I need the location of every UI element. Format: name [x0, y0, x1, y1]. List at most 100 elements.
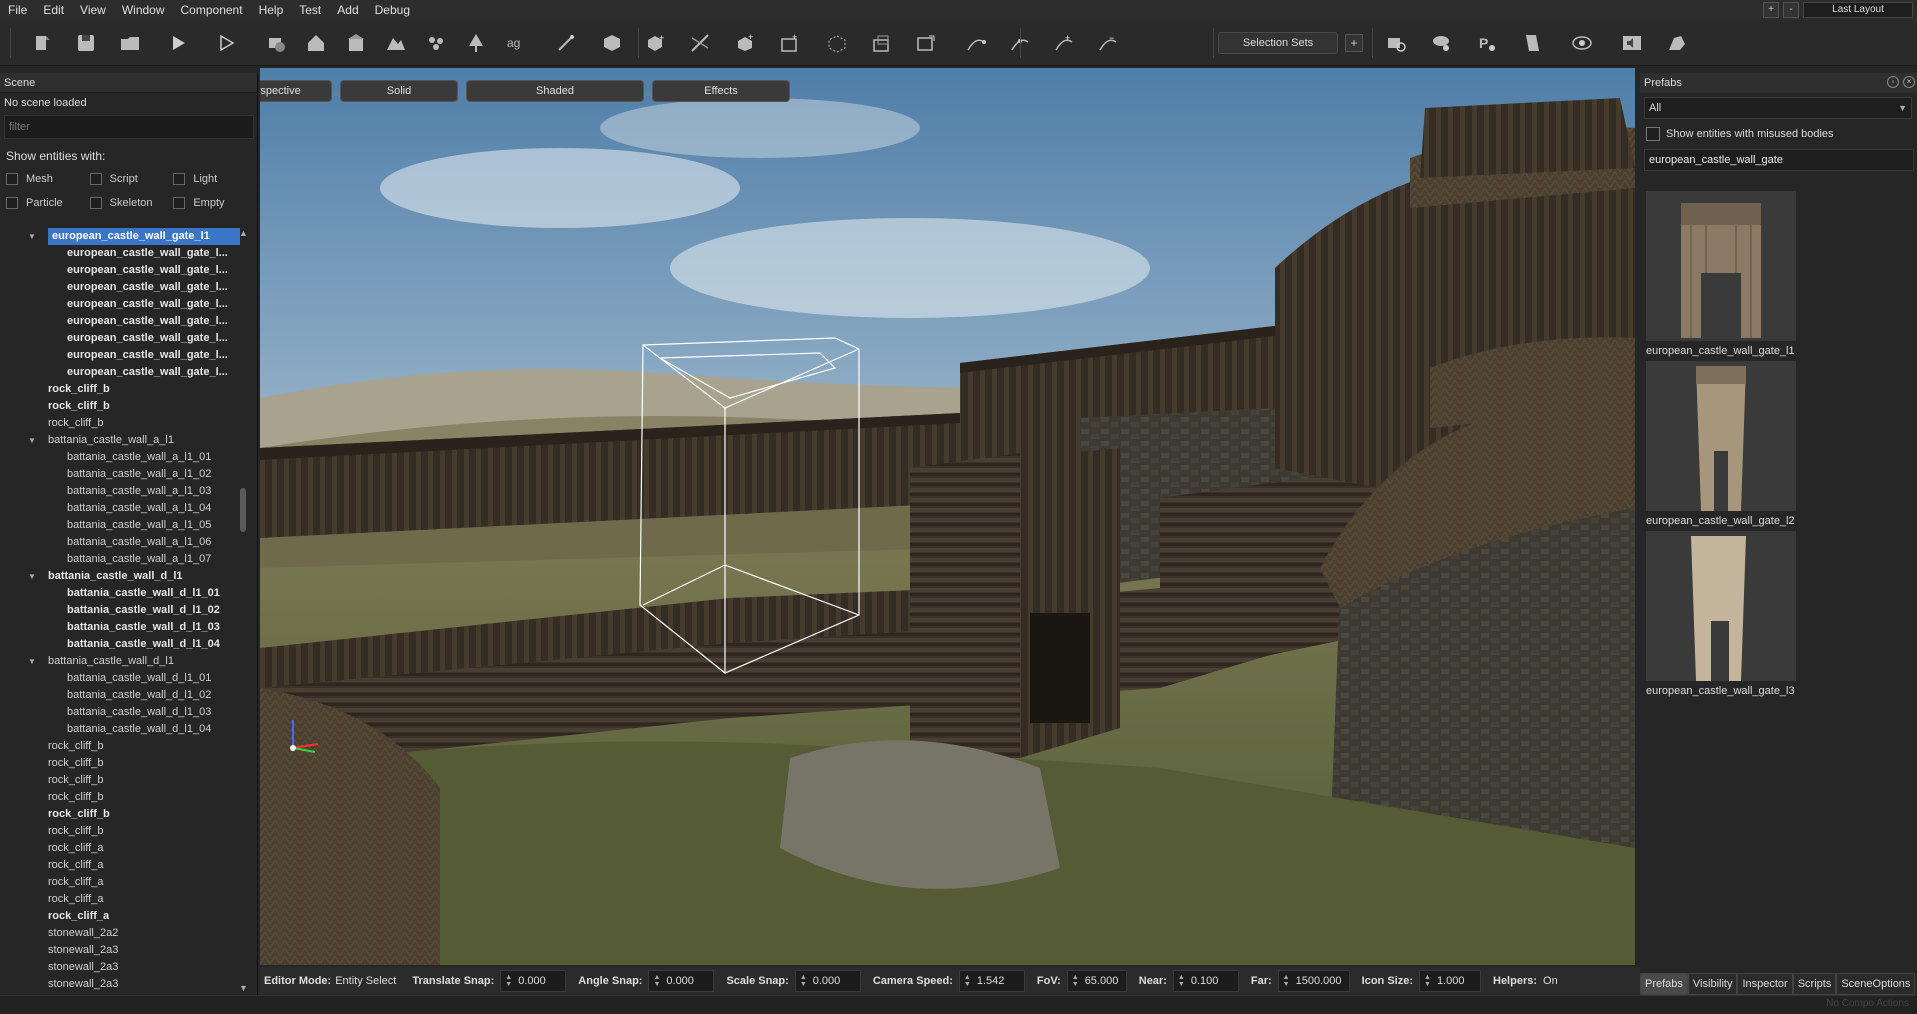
tree-row[interactable]: battania_castle_wall_d_l1_01	[0, 670, 252, 687]
particle-checkbox[interactable]: Particle	[6, 197, 90, 209]
float-panel-icon[interactable]: ◦	[1887, 76, 1899, 88]
helpers-toggle[interactable]: On	[1543, 975, 1558, 987]
house-icon[interactable]	[304, 31, 328, 55]
play-outline-icon[interactable]	[214, 31, 238, 55]
tree-row[interactable]: rock_cliff_a	[0, 840, 252, 857]
menu-window[interactable]: Window	[114, 0, 173, 20]
eye-settings-icon[interactable]	[1570, 31, 1594, 55]
light-checkbox[interactable]: Light	[173, 173, 257, 185]
tree-row[interactable]: european_castle_wall_gate_l...	[0, 296, 252, 313]
camera-speed-input[interactable]: ▲ ▼ 1.542	[958, 970, 1025, 992]
scene-viewport[interactable]: Perspective Solid Shaded Effects	[260, 68, 1635, 965]
tree-row[interactable]: battania_castle_wall_d_l1_04	[0, 636, 252, 653]
expand-arrow-icon[interactable]: ▼	[28, 432, 36, 449]
sound-icon[interactable]	[1620, 31, 1644, 55]
tree-row[interactable]: stonewall_2a3	[0, 959, 252, 976]
tree-row[interactable]: european_castle_wall_gate_l...	[0, 330, 252, 347]
cube-add-icon[interactable]: +	[644, 31, 668, 55]
tree-row[interactable]: rock_cliff_a	[0, 857, 252, 874]
text-ag-icon[interactable]: ag	[504, 31, 528, 55]
scale-snap-input[interactable]: ▲ ▼ 0.000	[794, 970, 861, 992]
tree-row[interactable]: european_castle_wall_gate_l...	[0, 347, 252, 364]
tree-row[interactable]: battania_castle_wall_a_l1_05	[0, 517, 252, 534]
menu-edit[interactable]: Edit	[35, 0, 72, 20]
tree-icon[interactable]	[464, 31, 488, 55]
scroll-up-icon[interactable]: ▲	[239, 228, 248, 238]
mesh-group-icon[interactable]	[870, 31, 894, 55]
tree-row[interactable]: stonewall_2a3	[0, 976, 252, 993]
new-scene-icon[interactable]	[30, 31, 54, 55]
tree-row[interactable]: rock_cliff_b	[0, 823, 252, 840]
open-folder-icon[interactable]	[118, 31, 142, 55]
save-icon[interactable]	[74, 31, 98, 55]
menu-add[interactable]: Add	[329, 0, 366, 20]
mesh-checkbox[interactable]: Mesh	[6, 173, 90, 185]
tab-prefabs[interactable]: Prefabs	[1640, 973, 1688, 995]
angle-snap-input[interactable]: ▲ ▼ 0.000	[648, 970, 715, 992]
tree-row[interactable]: battania_castle_wall_a_l1_06	[0, 534, 252, 551]
scrollbar-thumb[interactable]	[240, 488, 246, 532]
layout-add-button[interactable]: +	[1763, 2, 1779, 18]
tab-inspector[interactable]: Inspector	[1737, 973, 1793, 995]
tree-row[interactable]: battania_castle_wall_d_l1_02	[0, 602, 252, 619]
perspective-button[interactable]: Perspective	[260, 80, 332, 102]
prefab-item[interactable]: european_castle_wall_gate_l2	[1646, 361, 1796, 527]
scroll-down-icon[interactable]: ▼	[239, 983, 248, 993]
tree-row[interactable]: battania_castle_wall_d_l1_03	[0, 704, 252, 721]
building-icon[interactable]	[344, 31, 368, 55]
physics-icon[interactable]: P	[1475, 31, 1499, 55]
expand-arrow-icon[interactable]: ▼	[28, 653, 36, 670]
prefab-item[interactable]: european_castle_wall_gate_l1	[1646, 191, 1796, 357]
tree-row[interactable]: battania_castle_wall_a_l1_04	[0, 500, 252, 517]
tree-row[interactable]: battania_castle_wall_a_l1_01	[0, 449, 252, 466]
tree-row[interactable]: rock_cliff_a	[0, 874, 252, 891]
selection-sets-button[interactable]: Selection Sets	[1218, 32, 1338, 54]
cloud-settings-icon[interactable]	[1430, 31, 1454, 55]
tree-row[interactable]: battania_castle_wall_d_l1_03	[0, 619, 252, 636]
scene-tree-scrollbar[interactable]: ▲ ▼	[238, 228, 250, 993]
tree-row[interactable]: ▼ battania_castle_wall_d_l1	[0, 653, 252, 670]
tree-row[interactable]: rock_cliff_b	[0, 398, 252, 415]
tree-row[interactable]: rock_cliff_b	[0, 806, 252, 823]
particles-icon[interactable]	[424, 31, 448, 55]
cube-plus-icon[interactable]: +	[734, 31, 758, 55]
tree-row[interactable]: european_castle_wall_gate_l...	[0, 262, 252, 279]
icon-size-input[interactable]: ▲ ▼ 1.000	[1419, 970, 1481, 992]
menu-help[interactable]: Help	[251, 0, 292, 20]
empty-checkbox[interactable]: Empty	[173, 197, 257, 209]
play-icon[interactable]	[166, 31, 190, 55]
tree-row[interactable]: battania_castle_wall_a_l1_02	[0, 466, 252, 483]
selection-sets-add-button[interactable]: +	[1345, 34, 1363, 52]
far-input[interactable]: ▲ ▼ 1500.000	[1277, 970, 1350, 992]
mesh-dots-icon[interactable]	[826, 31, 850, 55]
tree-row[interactable]: european_castle_wall_gate_l...	[0, 245, 252, 262]
fov-input[interactable]: ▲ ▼ 65.000	[1066, 970, 1127, 992]
tree-row[interactable]: european_castle_wall_gate_l...	[0, 279, 252, 296]
tree-row[interactable]: rock_cliff_b	[0, 789, 252, 806]
scene-filter-input[interactable]: filter	[4, 115, 254, 139]
tree-row[interactable]: stonewall_2a2	[0, 925, 252, 942]
expand-arrow-icon[interactable]: ▼	[28, 568, 36, 585]
tree-row[interactable]: stonewall_2a3	[0, 942, 252, 959]
tree-row[interactable]: european_castle_wall_gate_l...	[0, 364, 252, 381]
tree-row[interactable]: battania_castle_wall_a_l1_03	[0, 483, 252, 500]
tree-row[interactable]: ▼ european_castle_wall_gate_l1	[0, 228, 252, 245]
sculpt-icon[interactable]	[1665, 31, 1689, 55]
tree-row[interactable]: rock_cliff_a	[0, 908, 252, 925]
menu-view[interactable]: View	[72, 0, 114, 20]
tree-row[interactable]: rock_cliff_b	[0, 415, 252, 432]
effects-button[interactable]: Effects	[652, 80, 790, 102]
near-input[interactable]: ▲ ▼ 0.100	[1172, 970, 1239, 992]
wand-icon[interactable]	[554, 31, 578, 55]
tree-row[interactable]: ▼ battania_castle_wall_a_l1	[0, 432, 252, 449]
prefab-search-input[interactable]: european_castle_wall_gate	[1644, 149, 1914, 171]
solid-button[interactable]: Solid	[340, 80, 458, 102]
tab-visibility[interactable]: Visibility	[1687, 973, 1738, 995]
menu-file[interactable]: File	[0, 0, 35, 20]
tree-row[interactable]: battania_castle_wall_d_l1_04	[0, 721, 252, 738]
translate-snap-input[interactable]: ▲ ▼ 0.000	[500, 970, 567, 992]
mesh-export-icon[interactable]	[914, 31, 938, 55]
expand-arrow-icon[interactable]: ▼	[28, 228, 36, 245]
cube-cut-icon[interactable]	[688, 31, 712, 55]
tree-row[interactable]: battania_castle_wall_d_l1_02	[0, 687, 252, 704]
